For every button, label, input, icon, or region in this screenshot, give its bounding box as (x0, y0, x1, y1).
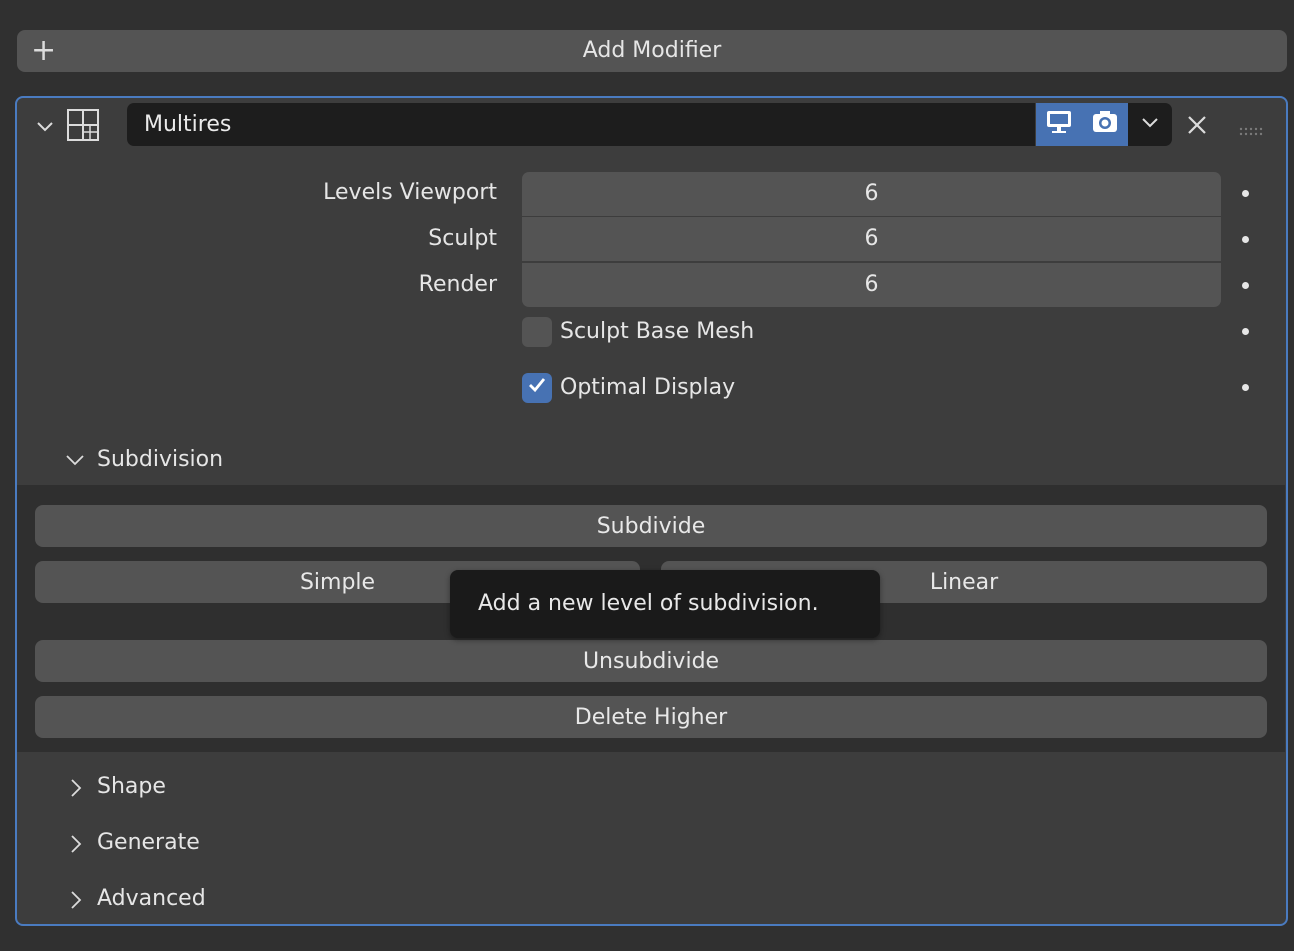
levels-viewport-label: Levels Viewport (323, 180, 497, 205)
animate-property-dot[interactable] (1242, 282, 1249, 289)
optimal-display-label[interactable]: Optimal Display (560, 373, 735, 403)
animate-property-dot[interactable] (1242, 328, 1249, 335)
show-in-viewport-toggle[interactable] (1036, 103, 1082, 146)
sculpt-label: Sculpt (428, 226, 497, 251)
sculpt-base-mesh-label[interactable]: Sculpt Base Mesh (560, 317, 754, 347)
generate-section-header[interactable]: Generate (63, 828, 263, 858)
tooltip: Add a new level of subdivision. (450, 570, 880, 638)
checkmark-icon (526, 374, 548, 402)
chevron-down-icon (63, 449, 87, 477)
subdivision-header-label: Subdivision (97, 447, 224, 472)
chevron-right-icon (65, 888, 87, 918)
add-modifier-button[interactable]: + Add Modifier (17, 30, 1287, 72)
generate-header-label: Generate (97, 830, 200, 855)
subdivide-button[interactable]: Subdivide (35, 505, 1267, 547)
shape-section-header[interactable]: Shape (63, 772, 263, 802)
camera-icon (1091, 109, 1119, 141)
monitor-icon (1045, 109, 1073, 141)
animate-property-dot[interactable] (1242, 190, 1249, 197)
advanced-header-label: Advanced (97, 886, 206, 911)
close-icon[interactable] (1185, 113, 1209, 137)
delete-higher-button[interactable]: Delete Higher (35, 696, 1267, 738)
render-label: Render (418, 272, 497, 297)
advanced-section-header[interactable]: Advanced (63, 884, 263, 914)
drag-handle-icon[interactable] (1238, 119, 1264, 136)
shape-header-label: Shape (97, 774, 166, 799)
chevron-right-icon (65, 776, 87, 806)
add-modifier-label: Add Modifier (582, 38, 722, 63)
show-in-render-toggle[interactable] (1082, 103, 1128, 146)
render-field[interactable]: 6 (522, 263, 1221, 307)
optimal-display-checkbox[interactable] (522, 373, 552, 403)
unsubdivide-button[interactable]: Unsubdivide (35, 640, 1267, 682)
sculpt-field[interactable]: 6 (522, 217, 1221, 261)
modifier-name-input[interactable]: Multires (127, 103, 1035, 146)
chevron-down-icon (1139, 111, 1161, 139)
sculpt-base-mesh-checkbox[interactable] (522, 317, 552, 347)
modifier-options-dropdown[interactable] (1128, 103, 1172, 146)
collapse-chevron-icon[interactable] (33, 114, 57, 138)
subdivision-section-header[interactable]: Subdivision (63, 445, 263, 475)
chevron-right-icon (65, 832, 87, 862)
animate-property-dot[interactable] (1242, 384, 1249, 391)
animate-property-dot[interactable] (1242, 236, 1249, 243)
multires-grid-icon (65, 107, 101, 143)
levels-viewport-field[interactable]: 6 (522, 172, 1221, 216)
